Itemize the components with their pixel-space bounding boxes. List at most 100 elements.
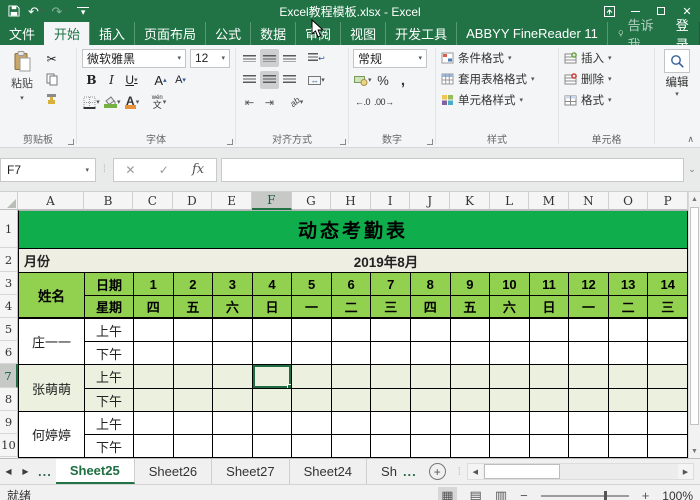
day-cell[interactable] [451,435,491,458]
day-cell[interactable] [609,365,649,389]
day-cell[interactable] [411,342,451,365]
column-header[interactable]: I [371,192,411,210]
tab-bar-splitter[interactable]: ⁞ [454,459,465,484]
row-header[interactable]: 2 [0,248,18,272]
week-header-cell[interactable]: 星期 [85,296,134,319]
horizontal-scroll-thumb[interactable] [484,464,560,479]
day-cell[interactable] [411,435,451,458]
ribbon-tab[interactable]: 开发工具 [385,22,456,45]
zoom-level[interactable]: 100% [662,489,693,500]
day-number-cell[interactable]: 5 [292,273,332,296]
number-format-select[interactable]: 常规▾ [353,49,427,68]
day-cell[interactable] [371,389,411,412]
row-header[interactable]: 4 [0,295,18,318]
comma-style-icon[interactable]: , [394,71,413,89]
paste-dropdown[interactable]: ▾ [20,94,24,102]
weekday-cell[interactable]: 三 [371,296,411,319]
day-cell[interactable] [292,319,332,342]
day-cell[interactable] [174,389,214,412]
weekday-cell[interactable]: 一 [569,296,609,319]
weekday-cell[interactable]: 二 [332,296,372,319]
cancel-icon[interactable]: ✕ [125,163,135,177]
column-header[interactable]: P [648,192,688,210]
row-header[interactable]: 6 [0,341,18,364]
day-number-cell[interactable]: 13 [609,273,649,296]
accounting-format-icon[interactable]: ▾ [353,71,373,89]
font-size-select[interactable]: 12▾ [190,49,230,68]
conditional-formatting-button[interactable]: 条件格式▾ [441,47,556,68]
day-cell[interactable] [292,365,332,389]
ribbon-tab[interactable]: 开始 [44,22,89,45]
day-cell[interactable] [648,342,688,365]
weekday-cell[interactable]: 五 [174,296,214,319]
day-number-cell[interactable]: 8 [411,273,451,296]
day-number-cell[interactable]: 11 [530,273,570,296]
align-middle-icon[interactable] [260,49,279,67]
horizontal-scrollbar[interactable]: ◀▶ [467,463,694,480]
day-cell[interactable] [609,389,649,412]
merge-center-icon[interactable]: ↔▾ [307,71,326,89]
sheet-nav-left-icon[interactable]: ◀ [0,459,17,484]
pm-cell[interactable]: 下午 [85,389,134,412]
row-header[interactable]: 9 [0,411,18,434]
day-number-cell[interactable]: 12 [569,273,609,296]
day-cell[interactable] [648,365,688,389]
day-number-cell[interactable]: 9 [451,273,491,296]
column-header[interactable]: H [331,192,371,210]
date-header-cell[interactable]: 日期 [85,273,134,296]
day-cell[interactable] [253,342,293,365]
decrease-indent-icon[interactable]: ⇤ [240,93,259,111]
day-cell[interactable] [569,412,609,435]
tell-me[interactable]: 告诉我... [607,22,666,45]
day-cell[interactable] [371,365,411,389]
bold-button[interactable]: B [82,71,101,89]
ribbon-display-options-button[interactable] [596,0,622,22]
am-cell[interactable]: 上午 [85,365,134,389]
day-cell[interactable] [371,319,411,342]
table-title-cell[interactable]: 动态考勤表 [19,211,688,249]
column-header[interactable]: K [450,192,490,210]
sheet-tab-partial[interactable]: Sh [367,459,399,484]
align-center-icon[interactable] [260,71,279,89]
zoom-slider[interactable] [541,495,629,497]
day-cell[interactable] [292,412,332,435]
row-header[interactable]: 1 [0,210,18,248]
align-top-icon[interactable] [240,49,259,67]
day-cell[interactable] [213,342,253,365]
day-cell[interactable] [451,319,491,342]
formula-splitter[interactable]: ⁞ [96,164,113,175]
month-label-cell[interactable]: 月份 [19,249,85,273]
copy-icon[interactable] [42,70,61,88]
row-header[interactable]: 10 [0,434,18,457]
zoom-slider-thumb[interactable] [604,491,607,500]
day-cell[interactable] [490,435,530,458]
day-number-cell[interactable]: 14 [648,273,688,296]
sheet-overflow-left[interactable]: ... [34,459,56,484]
ribbon-tab[interactable]: 公式 [205,22,250,45]
day-cell[interactable] [530,389,570,412]
day-cell[interactable] [253,319,293,342]
day-number-cell[interactable]: 2 [174,273,214,296]
day-cell[interactable] [569,365,609,389]
collapse-ribbon-icon[interactable]: ∧ [687,134,694,145]
day-cell[interactable] [490,389,530,412]
insert-cells-button[interactable]: 插入▾ [564,47,652,68]
day-cell[interactable] [371,435,411,458]
day-cell[interactable] [332,435,372,458]
day-cell[interactable] [490,342,530,365]
day-number-cell[interactable]: 3 [213,273,253,296]
sheet-tab[interactable]: Sheet25 [56,459,135,484]
day-cell[interactable] [213,319,253,342]
person-name-cell[interactable]: 庄一一 [19,319,85,365]
column-header[interactable]: E [212,192,252,210]
grow-font-button[interactable]: A▴ [151,71,170,89]
person-name-cell[interactable]: 张萌萌 [19,365,85,412]
expand-formula-bar-icon[interactable]: ⌄ [684,164,700,175]
decrease-decimal-icon[interactable]: .00→ [373,93,395,111]
day-cell[interactable] [332,365,372,389]
row-header[interactable]: 5 [0,318,18,341]
sign-in-button[interactable]: 登录 [666,22,699,45]
day-number-cell[interactable]: 10 [490,273,530,296]
day-cell[interactable] [490,319,530,342]
cut-icon[interactable]: ✂ [42,50,61,68]
